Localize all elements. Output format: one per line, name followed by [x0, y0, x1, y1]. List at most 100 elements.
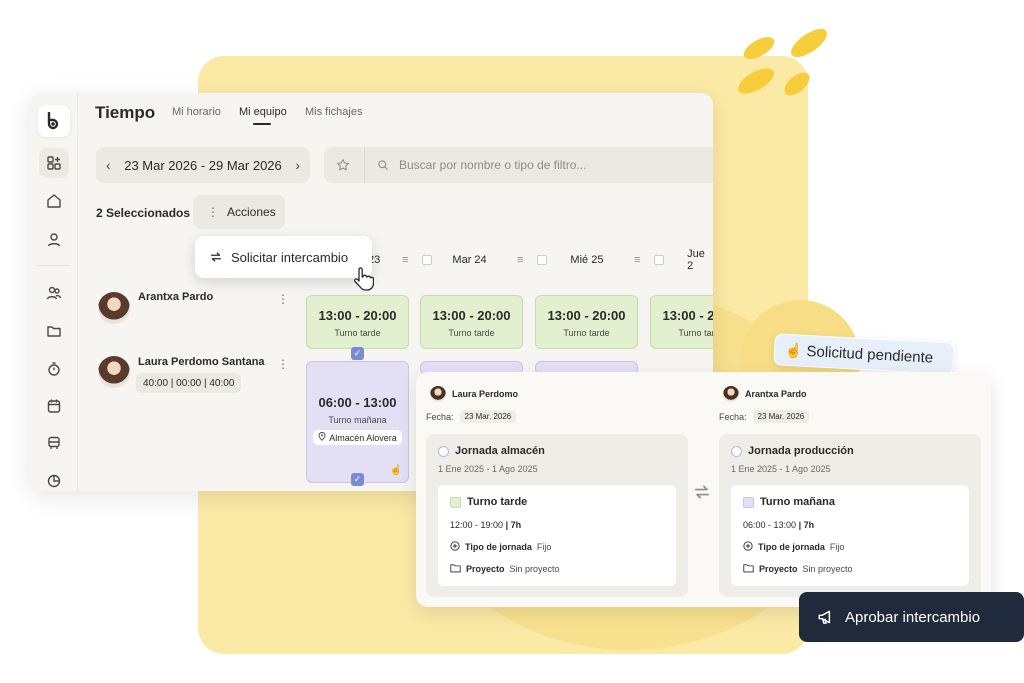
- workday-box: Jornada producción 1 Ene 2025 - 1 Ago 20…: [719, 434, 981, 597]
- page-title: Tiempo: [95, 103, 156, 122]
- type-label: Tipo de jornada: [758, 542, 825, 552]
- kebab-icon[interactable]: ⋮: [277, 357, 289, 371]
- radio-icon: [438, 445, 449, 457]
- type-label: Tipo de jornada: [465, 542, 532, 552]
- shift-time: 06:00 - 13:00: [743, 520, 797, 530]
- promo-stage: Tiempo Mi horario Mi equipo Mis fichajes…: [0, 0, 1024, 683]
- team-icon[interactable]: [43, 282, 65, 304]
- search-bar[interactable]: Buscar por nombre o tipo de filtro...: [324, 147, 713, 183]
- selected-checkbox[interactable]: ✓: [351, 473, 364, 486]
- day-checkbox[interactable]: [654, 255, 665, 265]
- sidebar-divider: [38, 265, 70, 266]
- hours-badge: 40:00 | 00:00 | 40:00: [136, 373, 242, 393]
- swap-request-popover[interactable]: Solicitar intercambio: [195, 236, 372, 278]
- tab-mi-equipo[interactable]: Mi equipo: [239, 106, 287, 118]
- kebab-icon[interactable]: ⋮: [277, 292, 289, 306]
- plus-circle-icon: [450, 541, 460, 553]
- swap-details-card: Laura Perdomo Fecha: 23 Mar. 2026 Jornada…: [416, 372, 991, 607]
- date-value: 23 Mar. 2026: [752, 410, 810, 423]
- swap-icon: [209, 250, 223, 264]
- actions-button[interactable]: ⋮ Acciones: [193, 195, 285, 229]
- star-icon[interactable]: [336, 158, 352, 172]
- menu-icon[interactable]: ≡: [402, 254, 408, 266]
- decor-leaf-2: [786, 23, 832, 63]
- day-header[interactable]: ≡ Mar 24: [402, 243, 487, 277]
- date-range-label: 23 Mar 2026 - 29 Mar 2026: [124, 157, 282, 173]
- shift-card[interactable]: 13:00 - 20:00 Turno tarde: [420, 295, 523, 349]
- avatar: [430, 386, 446, 402]
- shift-hours: 7h: [510, 520, 522, 530]
- pending-label: Solicitud pendiente: [806, 342, 934, 367]
- person-name: Arantxa Pardo: [138, 291, 214, 303]
- day-checkbox[interactable]: [537, 255, 548, 265]
- hand-pointer-icon: ☝: [784, 341, 803, 359]
- shift-time: 12:00 - 19:00: [450, 520, 504, 530]
- shift-color-swatch: [743, 496, 754, 508]
- approve-swap-button[interactable]: Aprobar intercambio: [799, 592, 1024, 642]
- date-label: Fecha:: [719, 411, 747, 422]
- folder-icon: [743, 563, 754, 575]
- day-checkbox[interactable]: [422, 255, 433, 265]
- project-label: Proyecto: [466, 564, 505, 574]
- shift-detail: Turno tarde 12:00 - 19:00 | 7h Tipo de j…: [438, 485, 676, 586]
- project-value: Sin proyecto: [509, 564, 560, 574]
- reports-icon[interactable]: [43, 470, 65, 491]
- tab-mis-fichajes[interactable]: Mis fichajes: [305, 106, 362, 118]
- hand-icon: ☝: [389, 465, 402, 476]
- kebab-icon: ⋮: [207, 205, 219, 219]
- shift-color-swatch: [450, 496, 461, 508]
- project-value: Sin proyecto: [802, 564, 853, 574]
- separator: |: [505, 520, 509, 530]
- workday-box: Jornada almacén 1 Ene 2025 - 1 Ago 2025 …: [426, 434, 688, 597]
- workday-range: 1 Ene 2025 - 1 Ago 2025: [731, 464, 831, 474]
- swap-right-column: Arantxa Pardo Fecha: 23 Mar. 2026 Jornada…: [709, 372, 989, 607]
- project-label: Proyecto: [759, 564, 798, 574]
- folder-icon: [450, 563, 461, 575]
- approve-label: Aprobar intercambio: [845, 608, 981, 626]
- shift-card[interactable]: 06:00 - 13:00 Turno mañana Almacén Alove…: [306, 361, 409, 483]
- sidebar: [30, 93, 78, 491]
- type-value: Fijo: [829, 542, 845, 552]
- selected-count: 2 Seleccionados: [96, 206, 191, 220]
- date-range-picker[interactable]: ‹ 23 Mar 2026 - 29 Mar 2026 ›: [96, 147, 310, 183]
- swap-request-label: Solicitar intercambio: [231, 249, 349, 265]
- chevron-right-icon[interactable]: ›: [295, 157, 300, 173]
- tab-mi-horario[interactable]: Mi horario: [172, 106, 221, 118]
- timer-icon[interactable]: [43, 358, 65, 380]
- day-header[interactable]: ≡ Mié 25: [517, 243, 603, 277]
- radio-icon: [731, 445, 742, 457]
- location-badge: Almacén Alovera: [313, 430, 402, 445]
- workday-title: Jornada producción: [748, 445, 854, 457]
- plus-circle-icon: [743, 541, 753, 553]
- chevron-left-icon[interactable]: ‹: [106, 157, 111, 173]
- apps-icon[interactable]: [39, 148, 69, 178]
- transport-icon[interactable]: [43, 432, 65, 454]
- workday-title: Jornada almacén: [455, 445, 545, 457]
- app-logo[interactable]: [38, 105, 70, 137]
- search-icon: [377, 159, 391, 171]
- calendar-icon[interactable]: [43, 395, 65, 417]
- shift-name: Turno tarde: [467, 496, 528, 508]
- home-icon[interactable]: [43, 190, 65, 212]
- date-label: Fecha:: [426, 411, 454, 422]
- menu-icon[interactable]: ≡: [517, 254, 523, 266]
- actions-label: Acciones: [227, 205, 276, 219]
- menu-icon[interactable]: ≡: [634, 254, 640, 266]
- user-icon[interactable]: [43, 229, 65, 251]
- shift-detail: Turno mañana 06:00 - 13:00 | 7h Tipo de …: [731, 485, 969, 586]
- hand-cursor-icon: [352, 266, 375, 292]
- location-pin-icon: [318, 432, 326, 443]
- shift-card[interactable]: 13:00 - 20:00 Turno tarde: [650, 295, 713, 349]
- shift-card[interactable]: 13:00 - 20:00 Turno tarde: [306, 295, 409, 349]
- avatar: [98, 292, 130, 324]
- folder-icon[interactable]: [43, 320, 65, 342]
- type-value: Fijo: [536, 542, 552, 552]
- avatar: [723, 386, 739, 402]
- day-header[interactable]: ≡ Jue 2: [634, 243, 713, 277]
- avatar: [98, 356, 130, 388]
- selected-checkbox[interactable]: ✓: [351, 347, 364, 360]
- date-value: 23 Mar. 2026: [459, 410, 517, 423]
- shift-card[interactable]: 13:00 - 20:00 Turno tarde: [535, 295, 638, 349]
- workday-range: 1 Ene 2025 - 1 Ago 2025: [438, 464, 538, 474]
- search-input[interactable]: Buscar por nombre o tipo de filtro...: [399, 158, 586, 172]
